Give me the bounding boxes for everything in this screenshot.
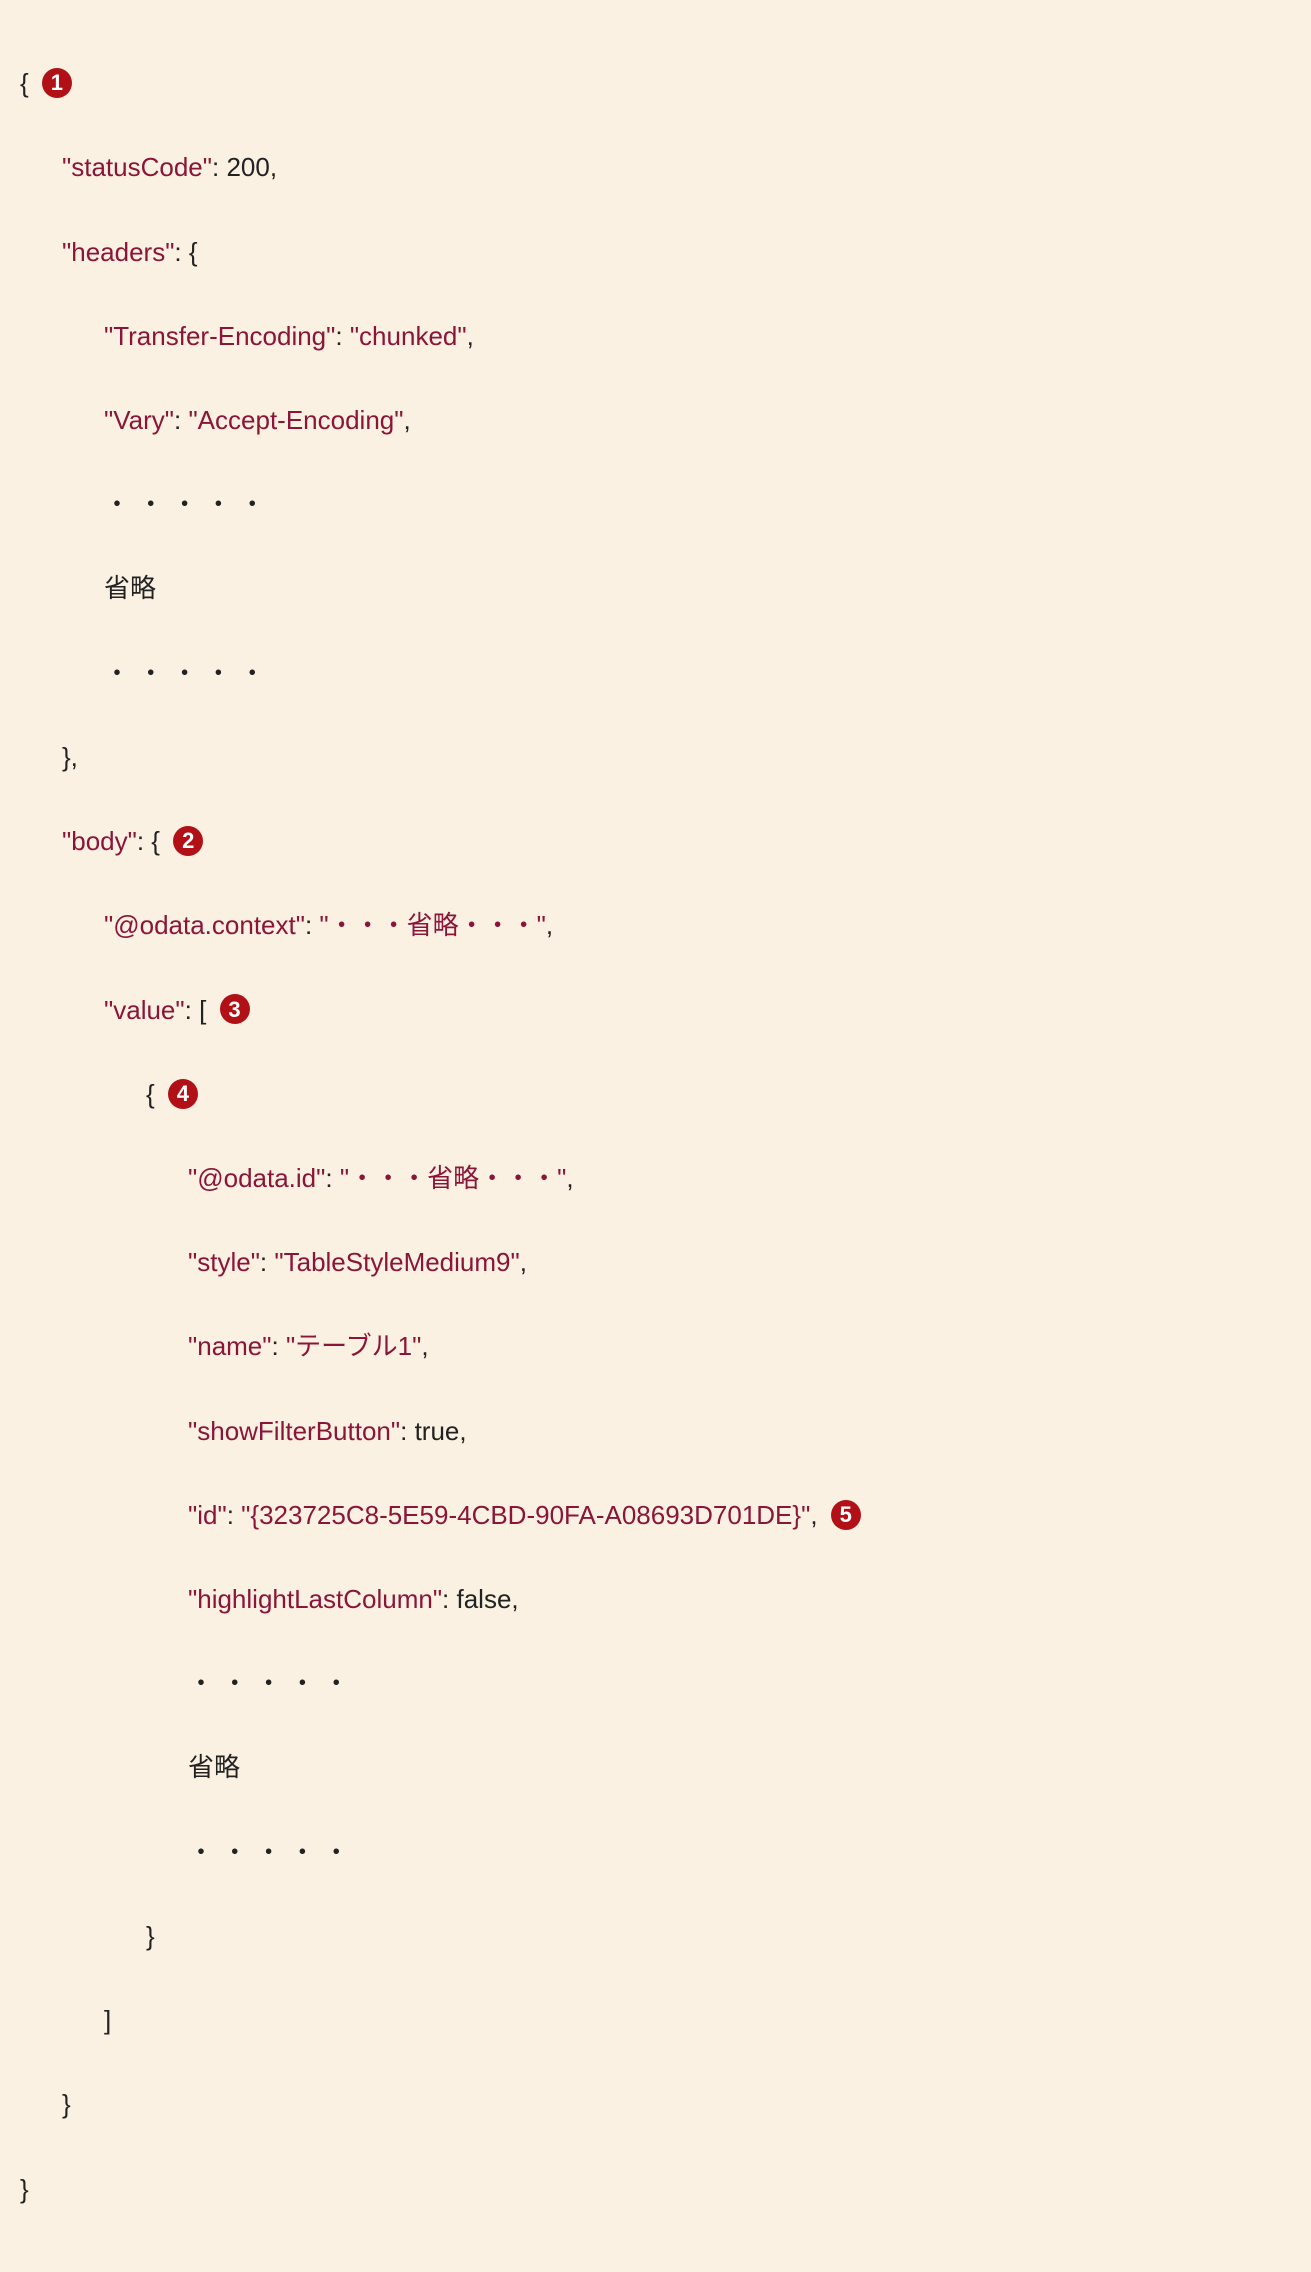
line-body-close: } [20, 2083, 1291, 2125]
line-statuscode: "statusCode": 200, [20, 146, 1291, 188]
brace-close: } [62, 2089, 71, 2119]
key-transfer-encoding: "Transfer-Encoding" [104, 321, 335, 351]
line-item-close: } [20, 1915, 1291, 1957]
omit-text: 省略 [104, 573, 156, 603]
comma: , [810, 1500, 817, 1530]
comma: , [459, 1416, 466, 1446]
brace-open: { [20, 68, 29, 98]
key-odata-id: "@odata.id" [188, 1163, 325, 1193]
value-style: "TableStyleMedium9" [274, 1247, 519, 1277]
badge-4-icon: 4 [168, 1079, 198, 1109]
colon: : [227, 1500, 241, 1530]
line-dots: ・・・・・ [20, 1831, 1291, 1873]
line-value-close: ] [20, 1999, 1291, 2041]
key-style: "style" [188, 1247, 260, 1277]
line-headers-open: "headers": { [20, 231, 1291, 273]
brace-open: { [151, 826, 160, 856]
ellipsis-text: ・・・・・ [188, 1837, 357, 1867]
line-name: "name": "テーブル1", [20, 1325, 1291, 1367]
value-odata-id: "・・・省略・・・" [340, 1163, 566, 1193]
colon: : [335, 321, 349, 351]
line-id: "id": "{323725C8-5E59-4CBD-90FA-A08693D7… [20, 1494, 1291, 1536]
line-showfilterbutton: "showFilterButton": true, [20, 1410, 1291, 1452]
comma: , [566, 1163, 573, 1193]
value-showfilterbutton: true [415, 1416, 460, 1446]
value-statuscode: 200 [226, 152, 269, 182]
key-showfilterbutton: "showFilterButton" [188, 1416, 400, 1446]
brace-close-comma: }, [62, 742, 78, 772]
badge-5-icon: 5 [831, 1500, 861, 1530]
key-name: "name" [188, 1331, 272, 1361]
value-vary: "Accept-Encoding" [188, 405, 403, 435]
line-odata-id: "@odata.id": "・・・省略・・・", [20, 1157, 1291, 1199]
ellipsis-text: ・・・・・ [104, 658, 273, 688]
line-value-open: "value": [ 3 [20, 989, 1291, 1031]
colon: : [185, 995, 199, 1025]
badge-1-icon: 1 [42, 68, 72, 98]
line-omit: 省略 [20, 1746, 1291, 1788]
comma: , [546, 910, 553, 940]
value-id: "{323725C8-5E59-4CBD-90FA-A08693D701DE}" [241, 1500, 810, 1530]
key-vary: "Vary" [104, 405, 174, 435]
bracket-close: ] [104, 2005, 111, 2035]
code-block: { 1 "statusCode": 200, "headers": { "Tra… [0, 0, 1311, 2272]
key-statuscode: "statusCode" [62, 152, 212, 182]
colon: : [174, 405, 188, 435]
colon: : [325, 1163, 339, 1193]
value-highlightlastcolumn: false [457, 1584, 512, 1614]
key-body: "body" [62, 826, 137, 856]
line-odata-context: "@odata.context": "・・・省略・・・", [20, 904, 1291, 946]
key-id: "id" [188, 1500, 227, 1530]
bracket-open: [ [199, 995, 206, 1025]
line-transfer-encoding: "Transfer-Encoding": "chunked", [20, 315, 1291, 357]
brace-close: } [20, 2174, 29, 2204]
line-style: "style": "TableStyleMedium9", [20, 1241, 1291, 1283]
line-dots: ・・・・・ [20, 652, 1291, 694]
colon: : [305, 910, 319, 940]
comma: , [520, 1247, 527, 1277]
line-close: } [20, 2168, 1291, 2210]
line-highlightlastcolumn: "highlightLastColumn": false, [20, 1578, 1291, 1620]
colon: : [400, 1416, 414, 1446]
key-odata-context: "@odata.context" [104, 910, 305, 940]
comma: , [467, 321, 474, 351]
colon: : [442, 1584, 456, 1614]
comma: , [421, 1331, 428, 1361]
line-dots: ・・・・・ [20, 1662, 1291, 1704]
brace-open: { [146, 1079, 155, 1109]
ellipsis-text: ・・・・・ [104, 489, 273, 519]
ellipsis-text: ・・・・・ [188, 1668, 357, 1698]
comma: , [403, 405, 410, 435]
colon: : [137, 826, 151, 856]
line-open: { 1 [20, 62, 1291, 104]
line-headers-close: }, [20, 736, 1291, 778]
line-omit: 省略 [20, 567, 1291, 609]
badge-2-icon: 2 [173, 826, 203, 856]
line-item-open: { 4 [20, 1073, 1291, 1115]
comma: , [270, 152, 277, 182]
brace-close: } [146, 1921, 155, 1951]
comma: , [511, 1584, 518, 1614]
value-transfer-encoding: "chunked" [350, 321, 467, 351]
colon: : [272, 1331, 286, 1361]
value-name: "テーブル1" [286, 1331, 421, 1361]
line-body-open: "body": { 2 [20, 820, 1291, 862]
value-odata-context: "・・・省略・・・" [319, 910, 545, 940]
colon: : [212, 152, 226, 182]
badge-3-icon: 3 [220, 994, 250, 1024]
colon: : [260, 1247, 274, 1277]
key-highlightlastcolumn: "highlightLastColumn" [188, 1584, 442, 1614]
key-value: "value" [104, 995, 185, 1025]
line-vary: "Vary": "Accept-Encoding", [20, 399, 1291, 441]
line-dots: ・・・・・ [20, 483, 1291, 525]
brace-open: { [189, 237, 198, 267]
omit-text: 省略 [188, 1752, 240, 1782]
key-headers: "headers" [62, 237, 174, 267]
colon: : [174, 237, 188, 267]
